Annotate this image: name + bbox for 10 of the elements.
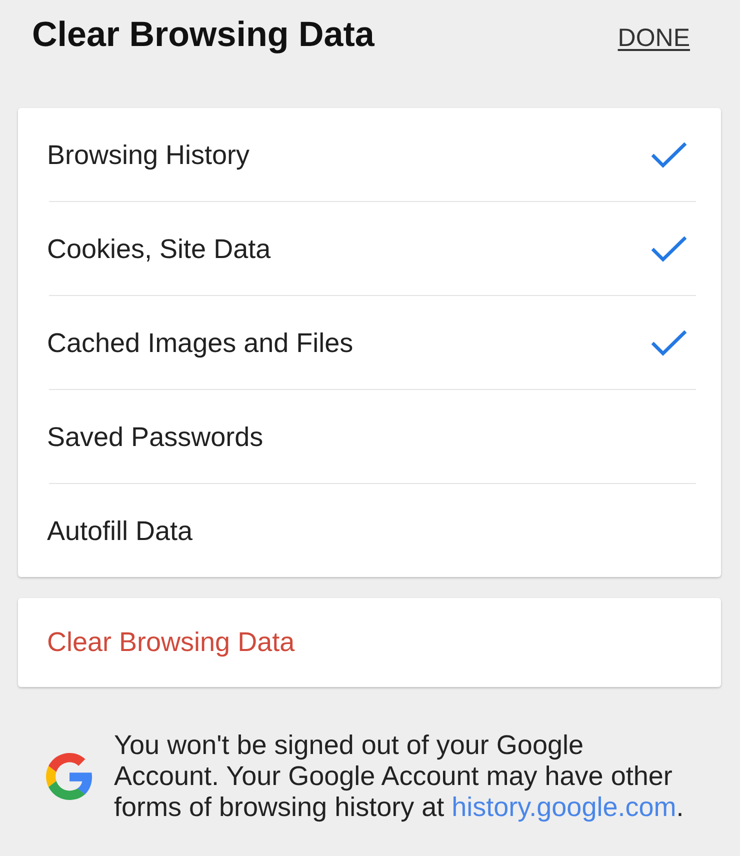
option-label[interactable]: Cookies, Site Data <box>47 232 271 264</box>
option-label[interactable]: Browsing History <box>47 138 250 170</box>
option-label[interactable]: Autofill Data <box>47 514 193 546</box>
page-title: Clear Browsing Data <box>32 14 374 56</box>
account-notice: You won't be signed out of your Google Account. Your Google Account may have other forms of browsing history at history.google.com. <box>114 730 685 823</box>
clear-data-button[interactable]: Clear Browsing Data <box>18 598 721 687</box>
option-label[interactable]: Saved Passwords <box>47 420 264 452</box>
done-button[interactable]: DONE <box>618 23 690 53</box>
g-logo-icon <box>46 753 93 800</box>
option-label[interactable]: Cached Images and Files <box>47 326 354 358</box>
